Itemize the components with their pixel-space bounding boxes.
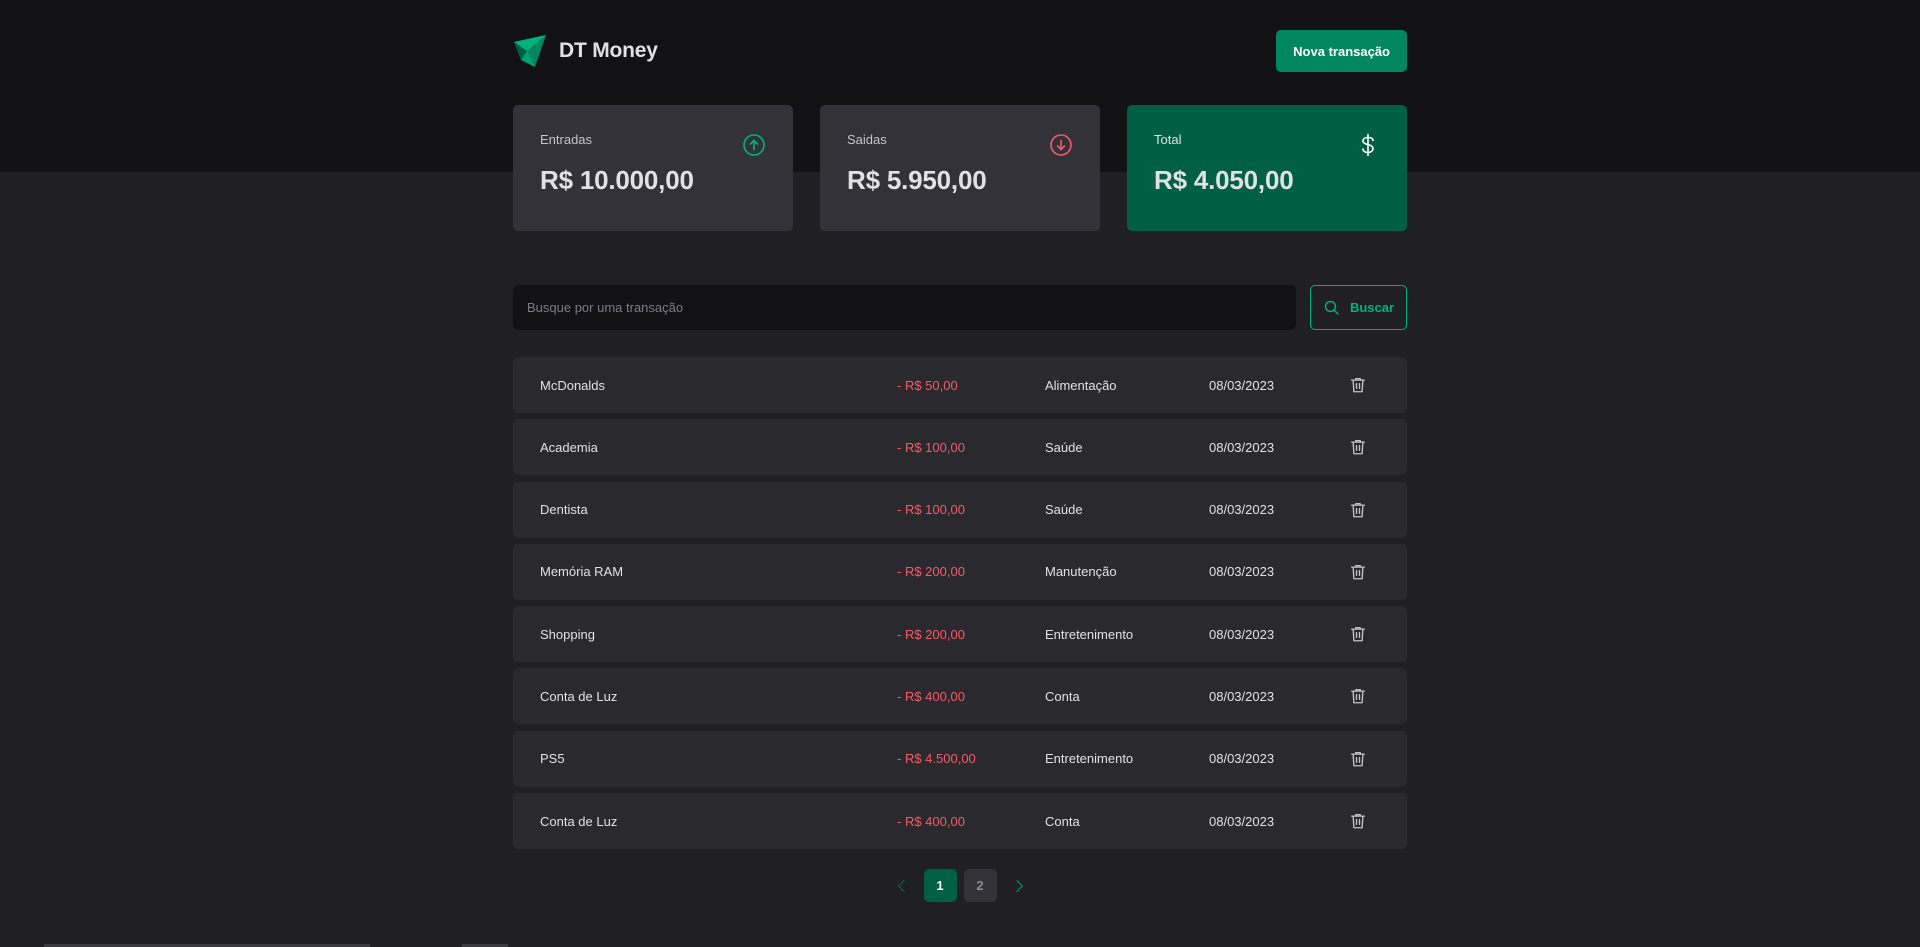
transactions-table: McDonalds - R$ 50,00 Alimentação 08/03/2023… xyxy=(513,357,1407,850)
trash-icon xyxy=(1350,814,1366,829)
summary-outcome-value: R$ 5.950,00 xyxy=(847,165,987,195)
pagination: 1 2 xyxy=(513,869,1407,903)
arrow-circle-down-icon xyxy=(1050,134,1072,156)
pagination-next[interactable] xyxy=(1004,869,1034,902)
delete-transaction-button[interactable] xyxy=(1348,731,1368,787)
brand: DT Money xyxy=(513,34,658,68)
transaction-price: - R$ 4.500,00 xyxy=(897,751,976,767)
table-row: Dentista - R$ 100,00 Saúde 08/03/2023 xyxy=(513,481,1407,538)
transaction-category: Entretenimento xyxy=(1045,751,1134,767)
transaction-price: - R$ 200,00 xyxy=(897,626,965,642)
transaction-date: 08/03/2023 xyxy=(1209,439,1275,455)
transaction-description: PS5 xyxy=(540,751,565,767)
search-button-label: Buscar xyxy=(1349,300,1395,315)
pagination-prev[interactable] xyxy=(887,869,917,902)
search-form: Buscar xyxy=(513,285,1407,330)
transaction-date: 08/03/2023 xyxy=(1209,626,1275,642)
transaction-description: Shopping xyxy=(540,626,595,642)
table-row: PS5 - R$ 4.500,00 Entretenimento 08/03/2023 xyxy=(513,730,1407,787)
delete-transaction-button[interactable] xyxy=(1348,419,1368,475)
summary: Entradas R$ 10.000,00 Saidas R$ 5.950,00… xyxy=(513,105,1407,231)
summary-card-outcome: Saidas R$ 5.950,00 xyxy=(820,105,1100,231)
table-row: Conta de Luz - R$ 400,00 Conta 08/03/2023 xyxy=(513,668,1407,725)
summary-card-total: Total R$ 4.050,00 xyxy=(1127,105,1407,231)
trash-icon xyxy=(1350,440,1366,455)
delete-transaction-button[interactable] xyxy=(1348,482,1368,538)
magnifying-glass-icon xyxy=(1324,300,1339,315)
caret-right-icon xyxy=(1015,879,1023,892)
brand-name: DT Money xyxy=(559,38,658,62)
summary-outcome-label: Saidas xyxy=(847,132,887,147)
transaction-price: - R$ 400,00 xyxy=(897,813,965,829)
transaction-description: Dentista xyxy=(540,502,588,518)
transaction-category: Conta xyxy=(1045,688,1080,704)
transaction-price: - R$ 400,00 xyxy=(897,688,965,704)
transaction-category: Manutenção xyxy=(1045,564,1117,580)
transaction-description: Academia xyxy=(540,439,598,455)
transaction-category: Saúde xyxy=(1045,502,1083,518)
transaction-price: - R$ 100,00 xyxy=(897,502,965,518)
delete-transaction-button[interactable] xyxy=(1348,793,1368,849)
transaction-category: Conta xyxy=(1045,813,1080,829)
table-row: Shopping - R$ 200,00 Entretenimento 08/03/2… xyxy=(513,606,1407,663)
trash-icon xyxy=(1350,502,1366,518)
trash-icon xyxy=(1350,751,1366,767)
search-button[interactable]: Buscar xyxy=(1310,285,1407,330)
transaction-description: McDonalds xyxy=(540,377,606,393)
pagination-page-2[interactable]: 2 xyxy=(963,869,997,903)
caret-left-icon xyxy=(897,879,905,892)
pagination-page-1[interactable]: 1 xyxy=(923,869,957,903)
summary-card-income: Entradas R$ 10.000,00 xyxy=(513,105,793,231)
transaction-date: 08/03/2023 xyxy=(1209,813,1275,829)
header: DT Money Nova transação xyxy=(513,0,1407,102)
transaction-category: Alimentação xyxy=(1045,377,1117,393)
search-input[interactable] xyxy=(513,285,1296,330)
currency-dollar-icon xyxy=(1362,133,1374,157)
transaction-description: Conta de Luz xyxy=(540,688,618,704)
new-transaction-button[interactable]: Nova transação xyxy=(1276,30,1407,72)
delete-transaction-button[interactable] xyxy=(1348,606,1368,662)
trash-icon xyxy=(1350,689,1366,704)
summary-total-value: R$ 4.050,00 xyxy=(1154,165,1294,195)
table-row: McDonalds - R$ 50,00 Alimentação 08/03/2023 xyxy=(513,357,1407,413)
transaction-price: - R$ 100,00 xyxy=(897,439,965,455)
table-row: Academia - R$ 100,00 Saúde 08/03/2023 xyxy=(513,419,1407,476)
dt-money-logo-icon xyxy=(514,34,546,67)
transaction-date: 08/03/2023 xyxy=(1209,751,1275,767)
app-container: DT Money Nova transação Entradas R$ 10.0… xyxy=(513,0,1407,903)
table-row: Memória RAM - R$ 200,00 Manutenção 08/03/20… xyxy=(513,543,1407,600)
transaction-category: Entretenimento xyxy=(1045,626,1134,642)
trash-icon xyxy=(1350,564,1366,580)
transaction-category: Saúde xyxy=(1045,439,1083,455)
delete-transaction-button[interactable] xyxy=(1348,544,1368,600)
delete-transaction-button[interactable] xyxy=(1348,357,1368,413)
table-row: Conta de Luz - R$ 400,00 Conta 08/03/2023 xyxy=(513,793,1407,850)
transaction-date: 08/03/2023 xyxy=(1209,502,1275,518)
transaction-date: 08/03/2023 xyxy=(1209,688,1275,704)
arrow-circle-up-icon xyxy=(743,134,765,156)
trash-icon xyxy=(1350,627,1366,642)
delete-transaction-button[interactable] xyxy=(1348,668,1368,724)
summary-income-label: Entradas xyxy=(540,132,593,147)
transaction-price: - R$ 50,00 xyxy=(897,377,958,393)
transaction-price: - R$ 200,00 xyxy=(897,564,965,580)
transaction-description: Conta de Luz xyxy=(540,813,618,829)
trash-icon xyxy=(1350,377,1366,393)
transaction-date: 08/03/2023 xyxy=(1209,377,1275,393)
summary-total-label: Total xyxy=(1154,132,1182,147)
summary-income-value: R$ 10.000,00 xyxy=(540,165,694,195)
transaction-date: 08/03/2023 xyxy=(1209,564,1275,580)
transaction-description: Memória RAM xyxy=(540,564,624,580)
